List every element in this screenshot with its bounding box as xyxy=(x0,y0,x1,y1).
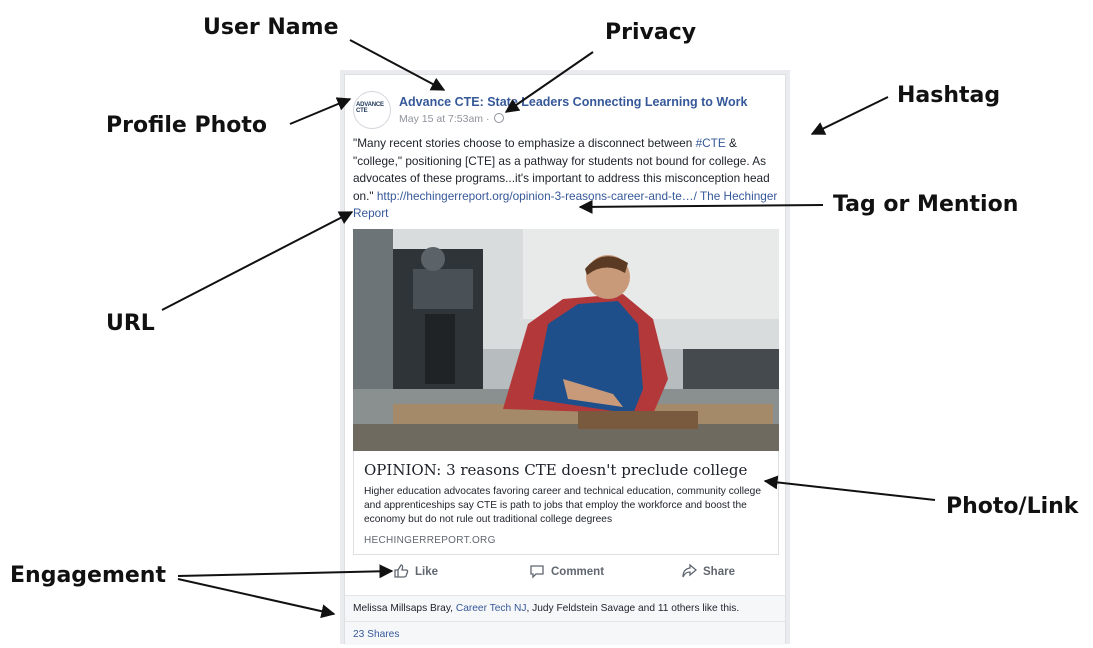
photo-link-arrow xyxy=(763,475,936,501)
profile-photo-arrow xyxy=(289,97,352,125)
callout-user-name: User Name xyxy=(203,15,339,40)
callout-photo-link: Photo/Link xyxy=(946,494,1079,519)
tag-mention-arrow xyxy=(578,199,824,214)
callout-url: URL xyxy=(106,311,155,336)
callout-engagement: Engagement xyxy=(10,563,166,588)
callout-hashtag: Hashtag xyxy=(897,83,1001,108)
callout-privacy: Privacy xyxy=(605,20,697,45)
engagement-arrow-2 xyxy=(177,578,336,619)
user-name-arrow xyxy=(349,39,446,91)
privacy-arrow xyxy=(504,51,594,113)
engagement-arrow-1 xyxy=(177,564,394,579)
callout-profile-photo: Profile Photo xyxy=(106,113,268,138)
callout-tag-or-mention: Tag or Mention xyxy=(833,192,1019,217)
hashtag-arrow xyxy=(810,96,889,135)
url-arrow xyxy=(161,211,354,311)
